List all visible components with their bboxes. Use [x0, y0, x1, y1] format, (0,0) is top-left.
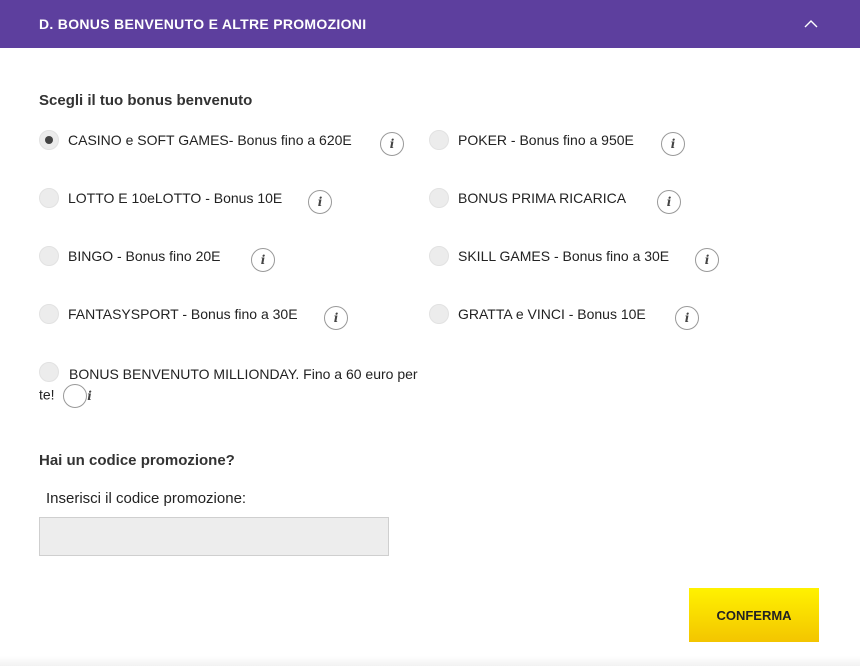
bonus-option-fantasysport[interactable]: FANTASYSPORT - Bonus fino a 30E — [39, 304, 298, 324]
bonus-option-lotto[interactable]: LOTTO E 10eLOTTO - Bonus 10E — [39, 188, 282, 208]
radio-gratta-e-vinci[interactable] — [429, 304, 449, 324]
section-title: D. BONUS BENVENUTO E ALTRE PROMOZIONI — [39, 16, 367, 32]
info-icon[interactable]: i — [675, 306, 699, 330]
bonus-option-prima-ricarica[interactable]: BONUS PRIMA RICARICA — [429, 188, 626, 208]
info-icon[interactable]: i — [695, 248, 719, 272]
bonus-option-label: CASINO e SOFT GAMES- Bonus fino a 620E — [68, 132, 352, 148]
info-icon[interactable]: i — [657, 190, 681, 214]
radio-prima-ricarica[interactable] — [429, 188, 449, 208]
radio-millionday[interactable] — [39, 362, 59, 382]
info-icon[interactable]: i — [324, 306, 348, 330]
bonus-option-label: BINGO - Bonus fino 20E — [68, 248, 221, 264]
bonus-option-label: POKER - Bonus fino a 950E — [458, 132, 634, 148]
section-header[interactable]: D. BONUS BENVENUTO E ALTRE PROMOZIONI — [0, 0, 860, 48]
info-icon[interactable]: i — [62, 384, 92, 408]
info-icon[interactable]: i — [380, 132, 404, 156]
bonus-option-label: GRATTA e VINCI - Bonus 10E — [458, 306, 646, 322]
radio-fantasysport[interactable] — [39, 304, 59, 324]
bonus-option-gratta-e-vinci[interactable]: GRATTA e VINCI - Bonus 10E — [429, 304, 646, 324]
bonus-option-label: SKILL GAMES - Bonus fino a 30E — [458, 248, 670, 264]
promo-code-input[interactable] — [39, 517, 389, 556]
radio-poker[interactable] — [429, 130, 449, 150]
bonus-option-label: LOTTO E 10eLOTTO - Bonus 10E — [68, 190, 283, 206]
welcome-bonus-title: Scegli il tuo bonus benvenuto — [39, 92, 253, 109]
bonus-option-poker[interactable]: POKER - Bonus fino a 950E — [429, 130, 634, 150]
info-icon[interactable]: i — [251, 248, 275, 272]
radio-bingo[interactable] — [39, 246, 59, 266]
bonus-option-label: FANTASYSPORT - Bonus fino a 30E — [68, 306, 298, 322]
promo-code-title: Hai un codice promozione? — [39, 452, 235, 469]
bonus-option-label: BONUS PRIMA RICARICA — [458, 190, 627, 206]
info-icon[interactable]: i — [661, 132, 685, 156]
radio-casino[interactable] — [39, 130, 59, 150]
bonus-option-bingo[interactable]: BINGO - Bonus fino 20E — [39, 246, 221, 266]
confirm-button[interactable]: CONFERMA — [689, 588, 819, 642]
chevron-up-icon[interactable] — [804, 17, 818, 31]
bonus-option-label: BONUS BENVENUTO MILLIONDAY. Fino a 60 eu… — [39, 366, 418, 403]
promo-code-label: Inserisci il codice promozione: — [46, 490, 247, 507]
radio-lotto[interactable] — [39, 188, 59, 208]
radio-skill-games[interactable] — [429, 246, 449, 266]
bonus-option-millionday[interactable]: BONUS BENVENUTO MILLIONDAY. Fino a 60 eu… — [39, 362, 419, 408]
bonus-option-casino[interactable]: CASINO e SOFT GAMES- Bonus fino a 620E — [39, 130, 352, 150]
bonus-option-skill-games[interactable]: SKILL GAMES - Bonus fino a 30E — [429, 246, 669, 266]
info-icon[interactable]: i — [308, 190, 332, 214]
bottom-divider — [0, 656, 860, 666]
